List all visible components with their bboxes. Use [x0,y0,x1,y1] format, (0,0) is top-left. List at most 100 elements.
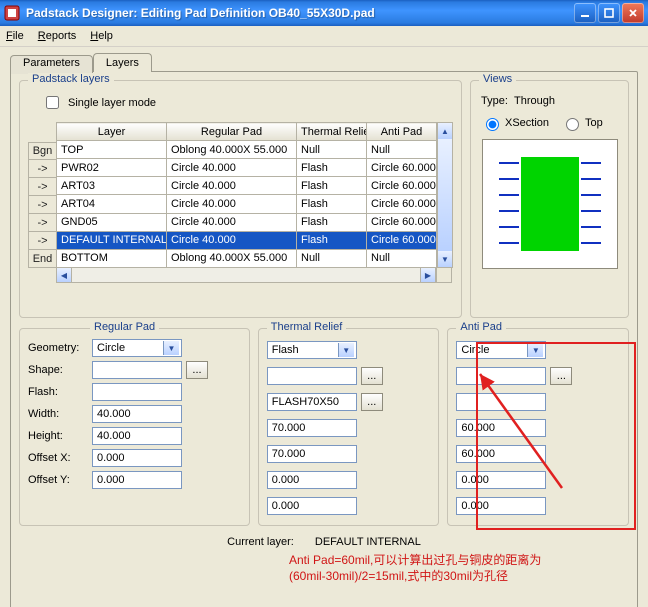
label-width: Width: [28,408,86,420]
row-header[interactable]: End [28,250,56,268]
thermal-height-input[interactable] [267,445,357,463]
table-row[interactable]: DEFAULT INTERNALCircle 40.000FlashCircle… [57,231,437,249]
regular-geometry-combo[interactable]: Circle▼ [92,339,182,357]
preview-pin [499,226,519,228]
table-cell[interactable]: TOP [57,141,167,159]
minimize-button[interactable] [574,3,596,23]
table-cell[interactable]: Circle 60.000 [367,231,437,249]
tab-layers[interactable]: Layers [93,53,152,72]
row-header[interactable]: -> [28,196,56,214]
layers-hscrollbar[interactable]: ◀ ▶ [56,267,452,283]
regular-width-input[interactable] [92,405,182,423]
scroll-thumb[interactable] [438,139,452,251]
thermal-offy-input[interactable] [267,497,357,515]
row-header[interactable]: -> [28,160,56,178]
radio-xsection[interactable]: XSection [481,115,549,131]
regular-offy-input[interactable] [92,471,182,489]
table-cell[interactable]: Flash [297,177,367,195]
thermal-width-input[interactable] [267,419,357,437]
table-cell[interactable]: BOTTOM [57,249,167,267]
table-cell[interactable]: Flash [297,195,367,213]
thermal-shape-browse[interactable]: ... [361,367,383,385]
group-views-legend: Views [479,73,516,85]
anti-offx-input[interactable] [456,471,546,489]
anti-geometry-combo[interactable]: Circle▼ [456,341,546,359]
table-cell[interactable]: DEFAULT INTERNAL [57,231,167,249]
col-regular[interactable]: Regular Pad [167,123,297,141]
chevron-down-icon: ▼ [527,343,543,357]
maximize-button[interactable] [598,3,620,23]
table-cell[interactable]: Flash [297,159,367,177]
table-cell[interactable]: Circle 40.000 [167,195,297,213]
label-flash: Flash: [28,386,86,398]
table-cell[interactable]: Null [297,141,367,159]
table-cell[interactable]: Circle 40.000 [167,177,297,195]
radio-top[interactable]: Top [561,115,603,131]
scroll-right-icon[interactable]: ▶ [420,267,436,283]
table-cell[interactable]: Oblong 40.000X 55.000 [167,141,297,159]
table-cell[interactable]: Circle 40.000 [167,213,297,231]
table-row[interactable]: ART03Circle 40.000FlashCircle 60.000 [57,177,437,195]
thermal-geometry-combo[interactable]: Flash▼ [267,341,357,359]
menu-reports[interactable]: Reports [38,30,77,42]
thermal-flash-browse[interactable]: ... [361,393,383,411]
table-cell[interactable]: Flash [297,231,367,249]
table-cell[interactable]: Null [367,249,437,267]
col-thermal[interactable]: Thermal Relief [297,123,367,141]
row-header[interactable]: -> [28,178,56,196]
layers-vscrollbar[interactable]: ▲ ▼ [437,122,453,268]
thermal-flash-input[interactable] [267,393,357,411]
col-layer[interactable]: Layer [57,123,167,141]
table-cell[interactable]: Circle 40.000 [167,231,297,249]
anti-width-input[interactable] [456,419,546,437]
close-button[interactable] [622,3,644,23]
table-cell[interactable]: ART03 [57,177,167,195]
table-cell[interactable]: Flash [297,213,367,231]
layers-table[interactable]: Layer Regular Pad Thermal Relief Anti Pa… [56,122,437,268]
anti-height-input[interactable] [456,445,546,463]
tab-parameters[interactable]: Parameters [10,55,93,74]
single-layer-checkbox[interactable] [46,96,59,109]
thermal-offx-input[interactable] [267,471,357,489]
table-cell[interactable]: Circle 60.000 [367,195,437,213]
label-height: Height: [28,430,86,442]
anti-offy-input[interactable] [456,497,546,515]
table-cell[interactable]: Oblong 40.000X 55.000 [167,249,297,267]
regular-shape-browse[interactable]: ... [186,361,208,379]
table-cell[interactable]: Circle 60.000 [367,159,437,177]
row-header[interactable]: -> [28,232,56,250]
table-row[interactable]: GND05Circle 40.000FlashCircle 60.000 [57,213,437,231]
table-cell[interactable]: GND05 [57,213,167,231]
scroll-left-icon[interactable]: ◀ [56,267,72,283]
table-cell[interactable]: PWR02 [57,159,167,177]
app-icon [4,5,20,21]
row-header[interactable]: -> [28,214,56,232]
tabs: Parameters Layers [10,52,638,71]
scroll-track[interactable] [72,267,420,283]
regular-shape-input[interactable] [92,361,182,379]
table-cell[interactable]: Circle 60.000 [367,213,437,231]
scroll-down-icon[interactable]: ▼ [438,251,452,267]
table-cell[interactable]: Null [367,141,437,159]
regular-flash-input[interactable] [92,383,182,401]
menu-file[interactable]: File [6,30,24,42]
row-header[interactable]: Bgn [28,142,56,160]
thermal-shape-input[interactable] [267,367,357,385]
table-cell[interactable]: ART04 [57,195,167,213]
table-row[interactable]: TOPOblong 40.000X 55.000NullNull [57,141,437,159]
anti-shape-browse[interactable]: ... [550,367,572,385]
scroll-up-icon[interactable]: ▲ [438,123,452,139]
table-row[interactable]: BOTTOMOblong 40.000X 55.000NullNull [57,249,437,267]
table-cell[interactable]: Circle 40.000 [167,159,297,177]
table-cell[interactable]: Null [297,249,367,267]
table-row[interactable]: ART04Circle 40.000FlashCircle 60.000 [57,195,437,213]
regular-height-input[interactable] [92,427,182,445]
row-headers: Bgn -> -> -> -> -> End [28,142,56,268]
menu-help[interactable]: Help [90,30,113,42]
regular-offx-input[interactable] [92,449,182,467]
table-cell[interactable]: Circle 60.000 [367,177,437,195]
anti-flash-input[interactable] [456,393,546,411]
col-anti[interactable]: Anti Pad [367,123,437,141]
anti-shape-input[interactable] [456,367,546,385]
table-row[interactable]: PWR02Circle 40.000FlashCircle 60.000 [57,159,437,177]
